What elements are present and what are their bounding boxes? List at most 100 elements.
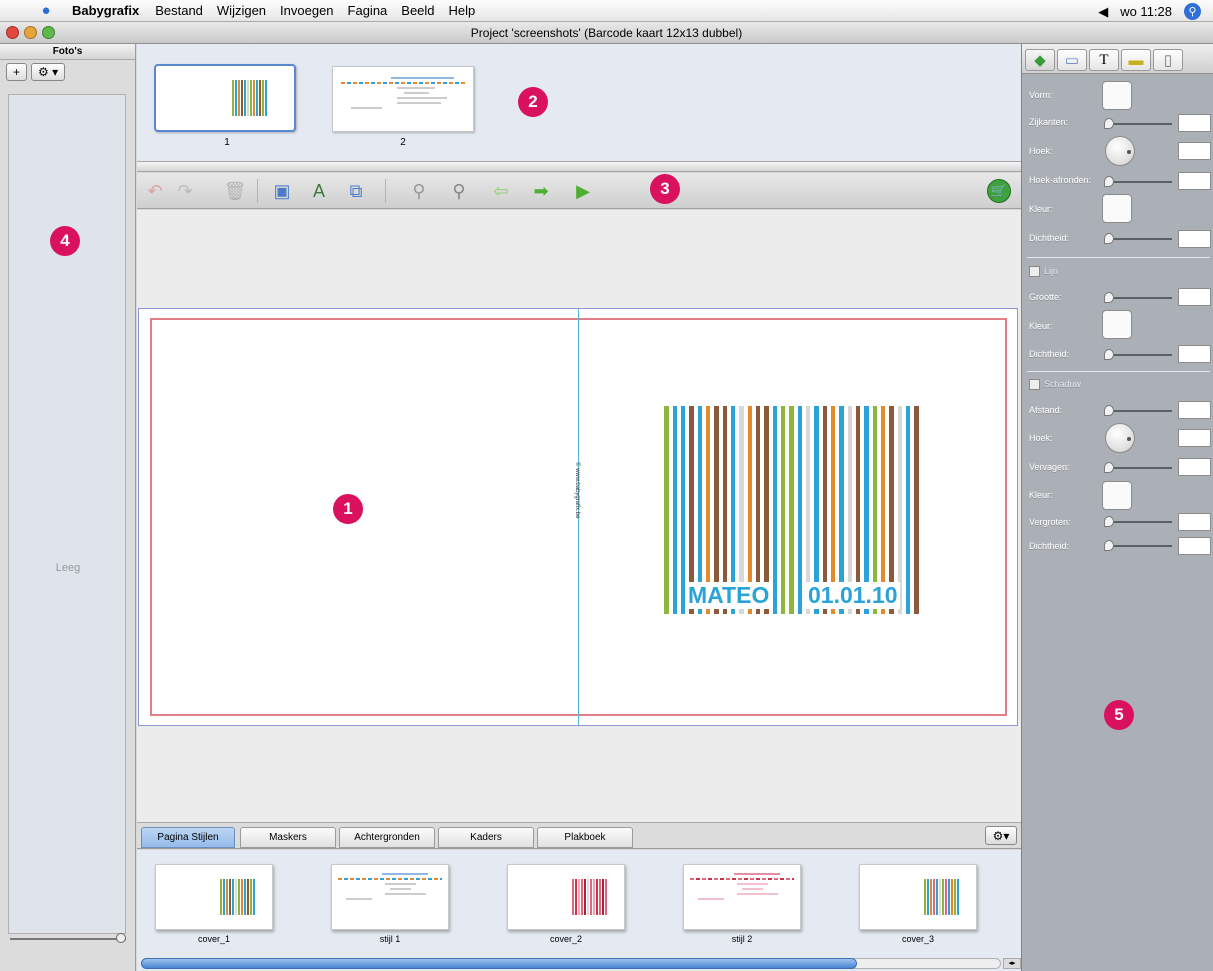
hoek-dial[interactable] bbox=[1105, 136, 1135, 166]
barcode-design[interactable]: MATEO 01.01.10 bbox=[664, 406, 927, 614]
hoek-afronden-slider[interactable] bbox=[1104, 176, 1172, 187]
menu-fagina[interactable]: Fagina bbox=[348, 3, 388, 18]
dichtheid-slider[interactable] bbox=[1104, 233, 1172, 244]
play-icon[interactable]: ▶ bbox=[571, 179, 595, 203]
text-tab-icon[interactable]: T bbox=[1089, 49, 1119, 71]
hoek-field[interactable] bbox=[1178, 142, 1211, 160]
zijkanten-slider[interactable] bbox=[1104, 118, 1172, 129]
gallery-item[interactable]: cover_3 bbox=[859, 864, 977, 944]
spotlight-icon[interactable]: ⚲ bbox=[1184, 3, 1201, 20]
vervagen-field[interactable] bbox=[1178, 458, 1211, 476]
arrow-right-icon[interactable]: ➡ bbox=[529, 179, 553, 203]
grootte-field[interactable] bbox=[1178, 288, 1211, 306]
afstand-slider[interactable] bbox=[1104, 405, 1172, 416]
dichtheid-field[interactable] bbox=[1178, 230, 1211, 248]
ruler-tab-icon[interactable]: ▬ bbox=[1121, 49, 1151, 71]
splitter-handle[interactable] bbox=[137, 162, 1021, 172]
gallery-thumbnail bbox=[859, 864, 977, 930]
birth-date-text: 01.01.10 bbox=[806, 582, 900, 609]
arrow-left-icon[interactable]: ⇦ bbox=[489, 179, 513, 203]
gallery-item[interactable]: cover_1 bbox=[155, 864, 273, 944]
afstand-field[interactable] bbox=[1178, 401, 1211, 419]
page-thumbnail-2[interactable] bbox=[332, 66, 474, 132]
zoom-in-icon[interactable]: ⚲ bbox=[447, 179, 471, 203]
menu-invoegen[interactable]: Invoegen bbox=[280, 3, 334, 18]
close-button[interactable] bbox=[6, 26, 19, 39]
apple-menu-icon[interactable]: ● bbox=[36, 2, 56, 19]
slider-knob[interactable] bbox=[1104, 292, 1114, 303]
photos-gear-button[interactable]: ⚙ ▾ bbox=[31, 63, 66, 81]
shadow-color-swatch[interactable] bbox=[1102, 481, 1132, 510]
schaduw-dichtheid-slider[interactable] bbox=[1104, 540, 1172, 551]
divider bbox=[1027, 257, 1210, 258]
clock[interactable]: wo 11:28 bbox=[1120, 4, 1172, 19]
undo-icon[interactable]: ↶ bbox=[143, 179, 167, 203]
line-color-swatch[interactable] bbox=[1102, 310, 1132, 339]
schaduw-dichtheid-field[interactable] bbox=[1178, 537, 1211, 555]
menu-beeld[interactable]: Beeld bbox=[401, 3, 434, 18]
menu-wijzigen[interactable]: Wijzigen bbox=[217, 3, 266, 18]
zoom-button[interactable] bbox=[42, 26, 55, 39]
add-photo-button[interactable]: + bbox=[6, 63, 28, 81]
canvas-area: © www.babygrafix.be MATEO 01.01.10 1 bbox=[137, 210, 1021, 822]
lijn-dichtheid-slider[interactable] bbox=[1104, 349, 1172, 360]
menu-bestand[interactable]: Bestand bbox=[155, 3, 203, 18]
frame-tab-icon[interactable]: ▭ bbox=[1057, 49, 1087, 71]
gallery-item[interactable]: stijl 2 bbox=[683, 864, 801, 944]
zijkanten-field[interactable] bbox=[1178, 114, 1211, 132]
tab-achtergronden[interactable]: Achtergronden bbox=[339, 827, 435, 848]
minimize-button[interactable] bbox=[24, 26, 37, 39]
schaduw-hoek-dial[interactable] bbox=[1105, 423, 1135, 453]
gallery-item-label: cover_3 bbox=[901, 934, 935, 944]
tab-maskers[interactable]: Maskers bbox=[240, 827, 336, 848]
hoek-afronden-field[interactable] bbox=[1178, 172, 1211, 190]
gallery-thumbnail bbox=[683, 864, 801, 930]
card-page[interactable]: © www.babygrafix.be MATEO 01.01.10 bbox=[138, 308, 1018, 726]
redo-icon[interactable]: ↷ bbox=[173, 179, 197, 203]
tab-pagina-stijlen[interactable]: Pagina Stijlen bbox=[141, 827, 235, 848]
slider-knob[interactable] bbox=[1104, 540, 1114, 551]
vergroten-field[interactable] bbox=[1178, 513, 1211, 531]
barcode-bar bbox=[906, 406, 910, 614]
volume-icon[interactable]: ◀ bbox=[1098, 4, 1108, 20]
vervagen-slider[interactable] bbox=[1104, 462, 1172, 473]
gallery-item-label: cover_1 bbox=[197, 934, 231, 944]
shapes-tab-icon[interactable]: ◆ bbox=[1025, 49, 1055, 71]
trash-icon[interactable]: 🗑 bbox=[223, 179, 247, 203]
menu-help[interactable]: Help bbox=[449, 3, 476, 18]
app-menu[interactable]: Babygrafix bbox=[72, 3, 139, 18]
slider-knob[interactable] bbox=[1104, 462, 1114, 473]
lijn-checkbox[interactable] bbox=[1029, 266, 1040, 277]
add-image-icon[interactable]: ▣ bbox=[270, 179, 294, 203]
fill-color-swatch[interactable] bbox=[1102, 194, 1132, 223]
scroll-arrows-icon[interactable]: ◂▸ bbox=[1003, 958, 1021, 969]
slider-knob[interactable] bbox=[1104, 118, 1114, 129]
photos-well[interactable]: Leeg bbox=[8, 94, 126, 934]
tab-plakboek[interactable]: Plakboek bbox=[537, 827, 633, 848]
tab-kaders[interactable]: Kaders bbox=[438, 827, 534, 848]
add-text-icon[interactable]: A bbox=[307, 179, 331, 203]
shape-swatch[interactable] bbox=[1102, 81, 1132, 110]
slider-knob[interactable] bbox=[1104, 349, 1114, 360]
slider-knob[interactable] bbox=[1104, 233, 1114, 244]
gallery-item[interactable]: cover_2 bbox=[507, 864, 625, 944]
lijn-dichtheid-field[interactable] bbox=[1178, 345, 1211, 363]
slider-knob[interactable] bbox=[116, 933, 126, 943]
slider-knob[interactable] bbox=[1104, 405, 1114, 416]
label-vorm: Vorm: bbox=[1029, 90, 1053, 100]
photo-size-slider[interactable] bbox=[10, 933, 126, 943]
grootte-slider[interactable] bbox=[1104, 292, 1172, 303]
gallery-item[interactable]: stijl 1 bbox=[331, 864, 449, 944]
vergroten-slider[interactable] bbox=[1104, 516, 1172, 527]
slider-knob[interactable] bbox=[1104, 176, 1114, 187]
page-tab-icon[interactable]: ▯ bbox=[1153, 49, 1183, 71]
cart-icon[interactable]: 🛒 bbox=[987, 179, 1011, 203]
library-gear-button[interactable]: ⚙▾ bbox=[985, 826, 1017, 845]
horizontal-scrollbar-thumb[interactable] bbox=[141, 958, 857, 969]
add-frame-icon[interactable]: ⧉ bbox=[344, 179, 368, 203]
page-thumbnail-1[interactable] bbox=[154, 64, 296, 132]
zoom-out-icon[interactable]: ⚲ bbox=[407, 179, 431, 203]
schaduw-checkbox[interactable] bbox=[1029, 379, 1040, 390]
slider-knob[interactable] bbox=[1104, 516, 1114, 527]
schaduw-hoek-field[interactable] bbox=[1178, 429, 1211, 447]
